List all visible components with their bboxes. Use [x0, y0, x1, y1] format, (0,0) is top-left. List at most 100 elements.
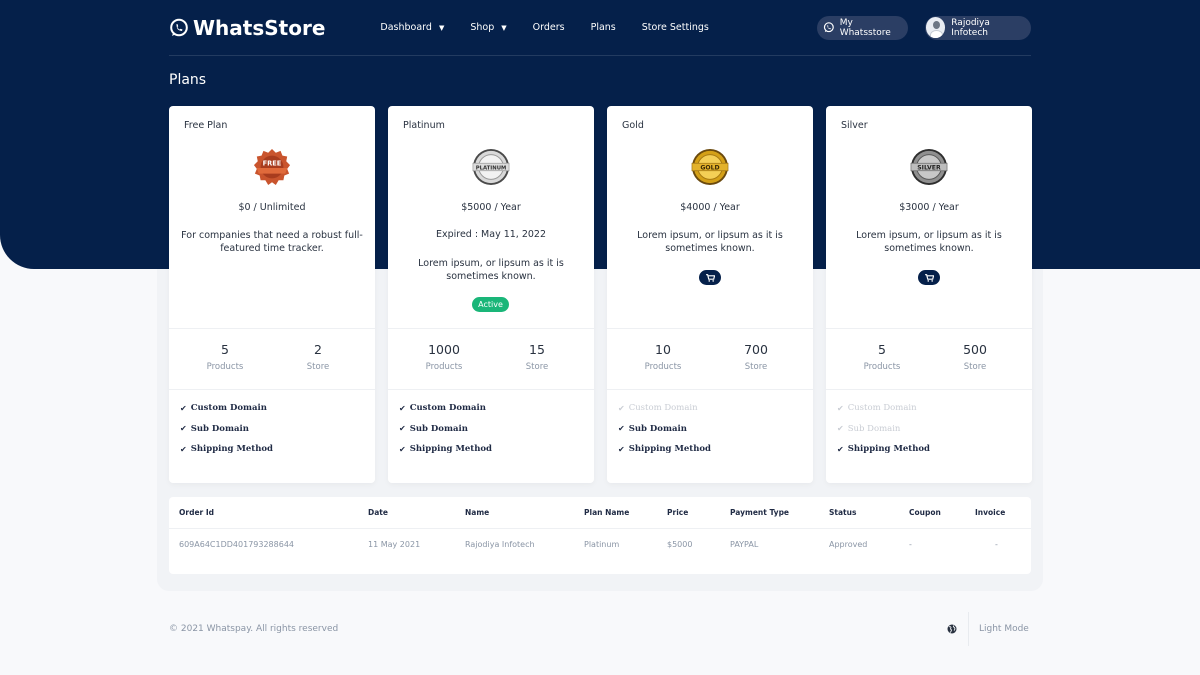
plan-price: $4000 / Year [680, 202, 740, 213]
my-whatsstore-button[interactable]: My Whatsstore [817, 15, 908, 40]
nav-store-settings[interactable]: Store Settings [642, 22, 709, 33]
feature-sub-domain: ✔ Sub Domain [837, 419, 930, 440]
column-header[interactable]: Plan Name [584, 497, 667, 529]
feature-label: Shipping Method [847, 444, 930, 455]
subscribe-cart-button[interactable] [918, 270, 940, 285]
column-header[interactable]: Name [465, 497, 584, 529]
plan-description: For companies that need a robust full-fe… [181, 230, 363, 254]
stat-products-label: Products [644, 362, 682, 372]
light-mode-toggle[interactable]: Light Mode [979, 624, 1029, 634]
divider [607, 328, 813, 329]
feature-custom-domain: ✔ Custom Domain [180, 398, 273, 419]
check-icon: ✔ [618, 444, 625, 454]
column-header[interactable]: Price [667, 497, 730, 529]
nav-orders-label: Orders [532, 22, 565, 33]
stat-products: 5 Products [180, 342, 270, 372]
brand-logo[interactable]: WhatsStore [169, 16, 325, 40]
divider [169, 389, 375, 390]
column-header[interactable]: Status [829, 497, 909, 529]
check-icon: ✔ [180, 444, 187, 454]
orders-table-card: Order Id Date Name Plan Name Price Payme… [169, 497, 1031, 574]
page-title: Plans [169, 72, 207, 88]
feature-sub-domain: ✔ Sub Domain [618, 419, 711, 440]
nav-shop[interactable]: Shop ▼ [470, 22, 506, 33]
column-header[interactable]: Coupon [909, 497, 975, 529]
feature-list: ✔ Custom Domain ✔ Sub Domain ✔ Shipping Met… [399, 398, 492, 460]
feature-label: Shipping Method [190, 444, 273, 455]
divider [388, 328, 594, 329]
stat-store-value: 500 [963, 342, 987, 357]
stat-store: 500 Store [930, 342, 1020, 372]
stat-store-value: 2 [314, 342, 322, 357]
plan-name: Platinum [403, 120, 445, 131]
stat-store: 700 Store [711, 342, 801, 372]
divider [388, 389, 594, 390]
orders-table: Order Id Date Name Plan Name Price Payme… [169, 497, 1031, 560]
plan-card-silver: Silver SILVER $3000 / Year Lorem ipsum, … [826, 106, 1032, 483]
feature-custom-domain: ✔ Custom Domain [399, 398, 492, 419]
column-header[interactable]: Payment Type [730, 497, 829, 529]
plan-name: Gold [622, 120, 644, 131]
user-menu-button[interactable]: Rajodiya Infotech [925, 15, 1031, 40]
name-cell: Rajodiya Infotech [465, 539, 535, 549]
feature-custom-domain: ✔ Custom Domain [618, 398, 711, 419]
feature-sub-domain: ✔ Sub Domain [180, 419, 273, 440]
order-id-cell: 609A64C1DD401793288644 [179, 539, 294, 549]
nav-orders[interactable]: Orders [533, 22, 565, 33]
cart-icon [924, 273, 934, 282]
table-row: 609A64C1DD401793288644 11 May 2021 Rajod… [169, 528, 1031, 560]
nav-dashboard-label: Dashboard [380, 22, 432, 33]
feature-label: Sub Domain [628, 423, 687, 434]
stat-products: 1000 Products [399, 342, 489, 372]
stat-store-label: Store [963, 362, 987, 372]
stat-store-label: Store [744, 362, 768, 372]
feature-list: ✔ Custom Domain ✔ Sub Domain ✔ Shipping Met… [180, 398, 273, 460]
divider [169, 328, 375, 329]
feature-label: Sub Domain [847, 423, 901, 434]
divider [607, 389, 813, 390]
stat-products-label: Products [206, 362, 244, 372]
plan-name-cell: Platinum [584, 539, 620, 549]
feature-label: Sub Domain [190, 423, 249, 434]
status-cell: Approved [829, 539, 868, 549]
subscribe-cart-button[interactable] [699, 270, 721, 285]
stat-store-value: 700 [744, 342, 768, 357]
check-icon: ✔ [618, 403, 625, 413]
column-header[interactable]: Date [368, 497, 465, 529]
check-icon: ✔ [837, 403, 844, 413]
feature-sub-domain: ✔ Sub Domain [399, 419, 492, 440]
main-menu: Dashboard ▼ Shop ▼ Orders Plans Store Se… [380, 22, 734, 33]
footer-copyright: © 2021 Whatspay. All rights reserved [169, 624, 339, 634]
nav-dashboard[interactable]: Dashboard ▼ [380, 22, 444, 33]
stat-products-value: 5 [221, 342, 229, 357]
payment-type-cell: PAYPAL [730, 539, 759, 549]
stat-store-label: Store [525, 362, 549, 372]
plan-card-gold: Gold GOLD $4000 / Year Lorem ipsum, or l… [607, 106, 813, 483]
feature-list: ✔ Custom Domain ✔ Sub Domain ✔ Shipping Met… [618, 398, 711, 460]
feature-custom-domain: ✔ Custom Domain [837, 398, 930, 419]
plan-expiry: Expired : May 11, 2022 [435, 229, 547, 240]
badge-label: GOLD [700, 164, 719, 171]
plan-card-platinum: Platinum PLATINUM $5000 / Year Expired :… [388, 106, 594, 483]
globe-icon[interactable] [947, 624, 957, 634]
footer-actions: Light Mode [947, 611, 1029, 646]
stat-products: 5 Products [837, 342, 927, 372]
date-cell: 11 May 2021 [368, 539, 421, 549]
price-cell: $5000 [667, 539, 693, 549]
plan-description: Lorem ipsum, or lipsum as it is sometime… [418, 258, 564, 282]
feature-label: Custom Domain [409, 403, 486, 414]
plan-name: Silver [841, 120, 868, 131]
silver-badge-icon: SILVER [910, 148, 948, 186]
platinum-badge-icon: PLATINUM [472, 148, 510, 186]
nav-plans[interactable]: Plans [591, 22, 616, 33]
column-header[interactable]: Invoice [975, 497, 1031, 529]
badge-label: SILVER [917, 164, 941, 171]
check-icon: ✔ [618, 424, 625, 434]
nav-store-settings-label: Store Settings [641, 22, 709, 33]
column-header[interactable]: Order Id [169, 497, 368, 529]
gold-badge-icon: GOLD [691, 148, 729, 186]
feature-label: Shipping Method [409, 444, 492, 455]
nav-shop-label: Shop [470, 22, 495, 33]
cart-icon [705, 273, 715, 282]
nav-plans-label: Plans [590, 22, 616, 33]
